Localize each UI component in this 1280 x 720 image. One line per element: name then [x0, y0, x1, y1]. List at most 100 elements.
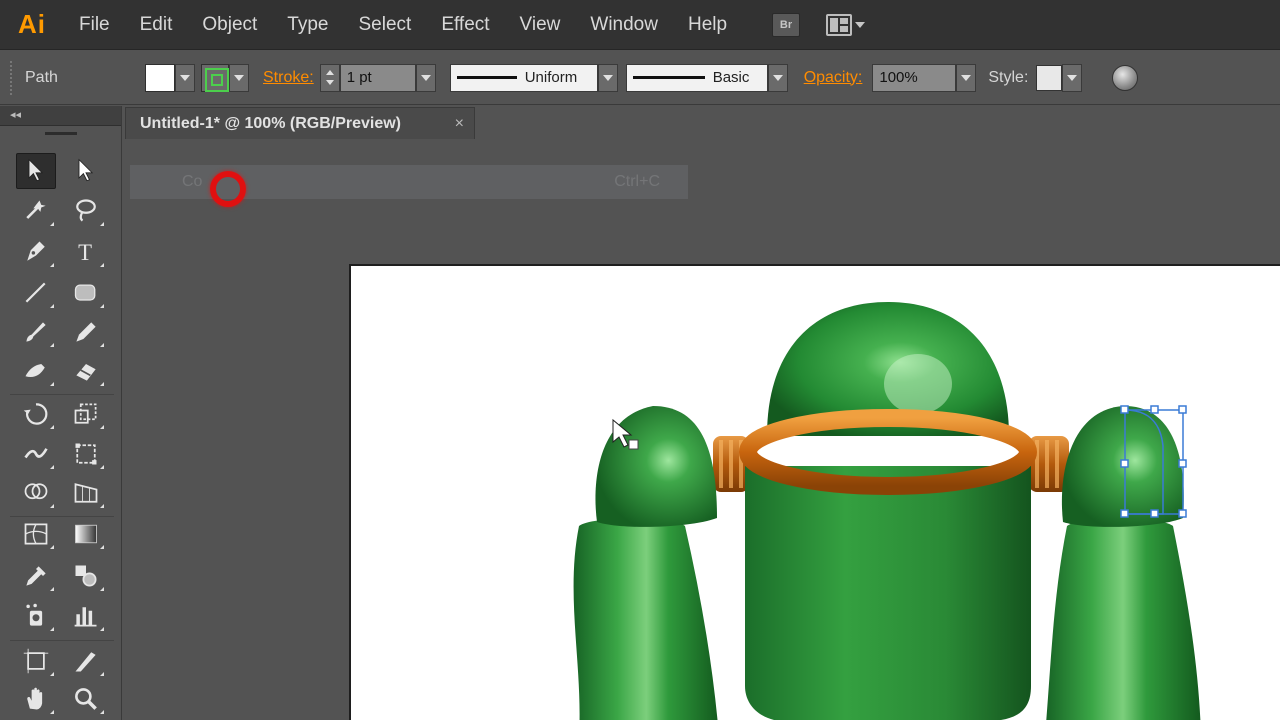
blob-brush-tool[interactable] — [16, 353, 56, 389]
mesh-icon — [24, 523, 48, 545]
collapse-panel-icon[interactable]: ◂◂ — [0, 106, 121, 126]
style-dropdown-button[interactable] — [1062, 63, 1083, 92]
variable-width-profile-select[interactable]: Uniform — [449, 63, 598, 92]
symbol-sprayer-tool[interactable] — [16, 598, 56, 634]
fill-dropdown-button[interactable] — [175, 63, 195, 92]
close-icon[interactable]: × — [455, 115, 464, 133]
graphic-style-swatch[interactable] — [1036, 64, 1063, 91]
slice-tool[interactable] — [66, 643, 106, 679]
blob-brush-icon — [25, 364, 45, 378]
mesh-tool[interactable] — [16, 516, 56, 552]
gradient-icon — [75, 524, 97, 544]
selection-tool[interactable] — [16, 153, 56, 189]
panel-grip[interactable] — [10, 60, 13, 95]
arrange-documents-icon — [826, 13, 853, 36]
document-title: Untitled-1* @ 100% (RGB/Preview) — [140, 114, 401, 132]
pen-tool[interactable] — [16, 234, 56, 270]
direct-selection-tool[interactable] — [66, 153, 106, 189]
head-highlight — [884, 354, 952, 414]
brush-dropdown-button[interactable] — [767, 63, 788, 92]
magic-wand-tool[interactable] — [16, 193, 56, 229]
stroke-weight-dropdown[interactable] — [415, 63, 436, 92]
pencil-tool[interactable] — [66, 314, 106, 350]
flyout-indicator — [100, 304, 104, 308]
lasso-tool[interactable] — [66, 193, 106, 229]
opacity-dropdown-button[interactable] — [956, 63, 977, 92]
paintbrush-tool[interactable] — [16, 314, 56, 350]
document-tab[interactable]: Untitled-1* @ 100% (RGB/Preview) × — [125, 107, 475, 139]
type-tool[interactable]: T — [66, 234, 106, 270]
stroke-swatch[interactable] — [201, 63, 229, 92]
flyout-indicator — [100, 263, 104, 267]
menu-edit[interactable]: Edit — [125, 0, 188, 50]
type-icon: T — [78, 240, 92, 265]
panel-grip[interactable] — [44, 132, 77, 135]
artboard[interactable] — [349, 264, 1280, 720]
menu-help[interactable]: Help — [673, 0, 742, 50]
flyout-indicator — [50, 343, 54, 347]
svg-text:T: T — [78, 240, 92, 265]
illustrator-window: Ai File Edit Object Type Select Effect V… — [0, 0, 1280, 720]
scale-tool[interactable] — [66, 396, 106, 432]
profile-dropdown-button[interactable] — [597, 63, 618, 92]
perspective-grid-tool[interactable] — [66, 475, 106, 511]
zoom-tool[interactable] — [66, 681, 106, 717]
uniform-stroke-preview — [456, 76, 517, 79]
flyout-indicator — [100, 672, 104, 676]
brush-definition-select[interactable]: Basic — [625, 63, 768, 92]
hand-icon — [27, 687, 43, 710]
free-transform-icon — [75, 443, 97, 465]
perspective-grid-icon — [74, 483, 98, 503]
menu-object[interactable]: Object — [187, 0, 272, 50]
hand-tool[interactable] — [16, 681, 56, 717]
eyedropper-tool[interactable] — [16, 558, 56, 594]
paintbrush-icon — [26, 322, 46, 342]
fill-swatch[interactable] — [145, 63, 175, 92]
flyout-indicator — [100, 587, 104, 591]
menu-type[interactable]: Type — [272, 0, 343, 50]
chevron-down-icon — [602, 74, 613, 81]
selection-icon — [28, 158, 44, 182]
recolor-artwork-icon[interactable] — [1112, 64, 1139, 91]
opacity-field[interactable]: 100% — [872, 63, 957, 92]
artboard-tool[interactable] — [16, 643, 56, 679]
menu-file[interactable]: File — [64, 0, 125, 50]
click-indicator — [210, 171, 246, 207]
gradient-tool[interactable] — [66, 516, 106, 552]
basic-brush-preview — [632, 76, 705, 79]
tool-separator — [10, 394, 114, 395]
artboard-icon — [23, 648, 49, 674]
opacity-panel-link[interactable]: Opacity: — [804, 69, 863, 87]
go-to-bridge-button[interactable]: Br — [772, 12, 801, 37]
stroke-weight-stepper[interactable] — [319, 63, 340, 92]
flyout-indicator — [100, 222, 104, 226]
direct-selection-icon — [78, 158, 94, 182]
menu-window[interactable]: Window — [575, 0, 673, 50]
rounded-rectangle-tool[interactable] — [66, 275, 106, 311]
flyout-indicator — [50, 545, 54, 549]
menu-effect[interactable]: Effect — [426, 0, 504, 50]
column-graph-tool[interactable] — [66, 598, 106, 634]
rotate-tool[interactable] — [16, 396, 56, 432]
menu-select[interactable]: Select — [344, 0, 427, 50]
free-transform-tool[interactable] — [66, 436, 106, 472]
stroke-weight-field[interactable]: 1 pt — [339, 63, 416, 92]
menu-view[interactable]: View — [505, 0, 576, 50]
robot-artwork[interactable] — [351, 266, 1280, 720]
flyout-indicator — [50, 304, 54, 308]
pencil-icon — [76, 322, 96, 342]
pen-icon — [27, 241, 45, 261]
width-tool[interactable] — [16, 436, 56, 472]
flyout-indicator — [50, 710, 54, 714]
stroke-panel-link[interactable]: Stroke: — [263, 69, 314, 87]
stroke-dropdown-button[interactable] — [229, 63, 249, 92]
blend-icon — [75, 565, 97, 587]
blend-tool[interactable] — [66, 558, 106, 594]
app-logo: Ai — [18, 9, 46, 39]
eraser-tool[interactable] — [66, 353, 106, 389]
menu-shortcut: Ctrl+C — [614, 173, 660, 190]
shape-builder-tool[interactable] — [16, 475, 56, 511]
line-segment-tool[interactable] — [16, 275, 56, 311]
chevron-down-icon — [961, 74, 972, 81]
arrange-documents-button[interactable] — [826, 13, 866, 36]
